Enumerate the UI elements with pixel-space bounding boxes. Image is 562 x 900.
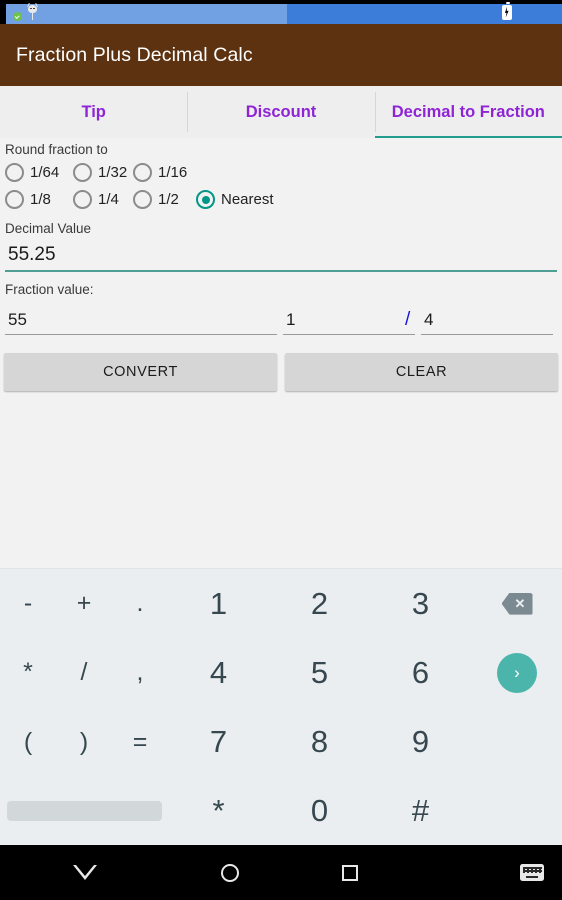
radio-icon-nearest[interactable] bbox=[196, 190, 215, 209]
radio-option-1-2[interactable]: 1/2 bbox=[133, 190, 196, 209]
on-screen-keyboard: - + . 1 2 3 ✕ * / , 4 5 6 › ( ) = 7 8 9 … bbox=[0, 568, 562, 845]
key-3[interactable]: 3 bbox=[370, 569, 471, 638]
radio-label-1-4: 1/4 bbox=[98, 191, 119, 208]
radio-label-1-16: 1/16 bbox=[158, 164, 188, 181]
fraction-denominator-text: 4 bbox=[424, 309, 434, 329]
keyboard-row-4: * 0 # bbox=[0, 777, 562, 846]
back-icon bbox=[73, 865, 97, 880]
system-navigation-bar bbox=[0, 845, 562, 900]
key-hash[interactable]: # bbox=[370, 777, 471, 846]
key-6[interactable]: 6 bbox=[370, 638, 471, 707]
key-plus[interactable]: + bbox=[56, 569, 112, 638]
nav-keyboard-switch-button[interactable] bbox=[520, 864, 562, 881]
tab-discount[interactable]: Discount bbox=[187, 86, 374, 138]
radio-label-1-2: 1/2 bbox=[158, 191, 179, 208]
keyboard-switch-icon bbox=[520, 864, 544, 881]
convert-button[interactable]: CONVERT bbox=[4, 353, 277, 391]
radio-option-1-32[interactable]: 1/32 bbox=[73, 163, 133, 182]
radio-option-1-64[interactable]: 1/64 bbox=[5, 163, 73, 182]
radio-label-1-64: 1/64 bbox=[30, 164, 60, 181]
keyboard-row-1: - + . 1 2 3 ✕ bbox=[0, 569, 562, 638]
key-slash[interactable]: / bbox=[56, 638, 112, 707]
robot-icon bbox=[27, 2, 38, 20]
fraction-whole-text: 55 bbox=[8, 309, 27, 329]
phone-screen: 21:50 Fraction Plus Decimal Calc Tip Dis… bbox=[0, 0, 562, 900]
tab-decimal-to-fraction-label: Decimal to Fraction bbox=[391, 103, 545, 121]
radio-icon-1-4[interactable] bbox=[73, 190, 92, 209]
key-5[interactable]: 5 bbox=[269, 638, 370, 707]
fraction-whole-input[interactable]: 55 bbox=[5, 305, 277, 335]
tab-tip-label: Tip bbox=[81, 103, 106, 121]
space-bar-icon bbox=[6, 801, 162, 822]
radio-group-row-2: 1/8 1/4 1/2 Nearest bbox=[0, 190, 562, 209]
enter-next-icon: › bbox=[497, 652, 537, 693]
radio-option-1-8[interactable]: 1/8 bbox=[5, 190, 73, 209]
key-period[interactable]: . bbox=[112, 569, 168, 638]
shield-check-icon bbox=[6, 4, 562, 434]
battery-charging-icon bbox=[502, 2, 513, 20]
nav-recents-button[interactable] bbox=[290, 864, 410, 881]
status-bar-left-icons bbox=[0, 2, 562, 434]
key-minus[interactable]: - bbox=[0, 569, 56, 638]
key-1[interactable]: 1 bbox=[168, 569, 269, 638]
key-9[interactable]: 9 bbox=[370, 708, 471, 777]
tab-decimal-to-fraction[interactable]: Decimal to Fraction bbox=[374, 86, 562, 138]
keyboard-row-2: * / , 4 5 6 › bbox=[0, 638, 562, 707]
key-2[interactable]: 2 bbox=[269, 569, 370, 638]
key-7[interactable]: 7 bbox=[168, 708, 269, 777]
key-4[interactable]: 4 bbox=[168, 638, 269, 707]
radio-icon-1-64[interactable] bbox=[5, 163, 24, 182]
fraction-value-row: 55 1 / 4 bbox=[0, 305, 562, 335]
key-comma[interactable]: , bbox=[112, 638, 168, 707]
key-left-paren[interactable]: ( bbox=[0, 708, 56, 777]
radio-label-nearest: Nearest bbox=[221, 191, 274, 208]
fraction-slash-separator: / bbox=[405, 309, 411, 330]
key-blank-row3 bbox=[471, 708, 562, 777]
nav-home-button[interactable] bbox=[170, 863, 290, 882]
tab-discount-label: Discount bbox=[245, 103, 317, 121]
radio-label-1-8: 1/8 bbox=[30, 191, 51, 208]
round-fraction-label: Round fraction to bbox=[5, 142, 108, 157]
keyboard-row-3: ( ) = 7 8 9 bbox=[0, 708, 562, 777]
nav-back-button[interactable] bbox=[0, 865, 170, 880]
key-8[interactable]: 8 bbox=[269, 708, 370, 777]
decimal-value-text: 55.25 bbox=[8, 244, 56, 265]
clear-button[interactable]: CLEAR bbox=[285, 353, 558, 391]
fraction-denominator-input[interactable]: / 4 bbox=[405, 305, 553, 335]
fraction-numerator-input[interactable]: 1 bbox=[283, 305, 415, 335]
radio-icon-1-8[interactable] bbox=[5, 190, 24, 209]
radio-option-1-16[interactable]: 1/16 bbox=[133, 163, 187, 182]
fraction-value-label: Fraction value: bbox=[5, 282, 94, 297]
home-icon bbox=[221, 863, 239, 882]
tab-bar: Tip Discount Decimal to Fraction bbox=[0, 86, 562, 138]
status-bar: 21:50 bbox=[0, 0, 562, 434]
key-equals[interactable]: = bbox=[112, 708, 168, 777]
radio-label-1-32: 1/32 bbox=[98, 164, 128, 181]
fraction-numerator-text: 1 bbox=[286, 309, 296, 329]
key-backspace[interactable]: ✕ bbox=[471, 569, 562, 638]
key-blank-row4 bbox=[471, 777, 562, 846]
radio-icon-1-16[interactable] bbox=[133, 163, 152, 182]
key-asterisk-bottom[interactable]: * bbox=[168, 777, 269, 846]
key-asterisk[interactable]: * bbox=[0, 638, 56, 707]
decimal-value-label: Decimal Value bbox=[5, 221, 92, 236]
radio-group-row-1: 1/64 1/32 1/16 bbox=[0, 163, 562, 182]
key-0[interactable]: 0 bbox=[269, 777, 370, 846]
key-enter-next[interactable]: › bbox=[471, 638, 562, 707]
backspace-icon: ✕ bbox=[501, 592, 533, 615]
key-space[interactable] bbox=[0, 777, 168, 846]
radio-icon-1-32[interactable] bbox=[73, 163, 92, 182]
tab-tip[interactable]: Tip bbox=[0, 86, 187, 138]
radio-option-1-4[interactable]: 1/4 bbox=[73, 190, 133, 209]
app-bar: Fraction Plus Decimal Calc bbox=[0, 24, 562, 86]
form-area: Round fraction to 1/64 1/32 1/16 1/8 1/4… bbox=[0, 138, 562, 568]
radio-icon-1-2[interactable] bbox=[133, 190, 152, 209]
recents-icon bbox=[342, 864, 358, 881]
decimal-value-input[interactable]: 55.25 bbox=[5, 240, 557, 272]
page-title: Fraction Plus Decimal Calc bbox=[16, 43, 253, 66]
action-button-row: CONVERT CLEAR bbox=[0, 353, 562, 391]
key-right-paren[interactable]: ) bbox=[56, 708, 112, 777]
radio-option-nearest[interactable]: Nearest bbox=[196, 190, 274, 209]
